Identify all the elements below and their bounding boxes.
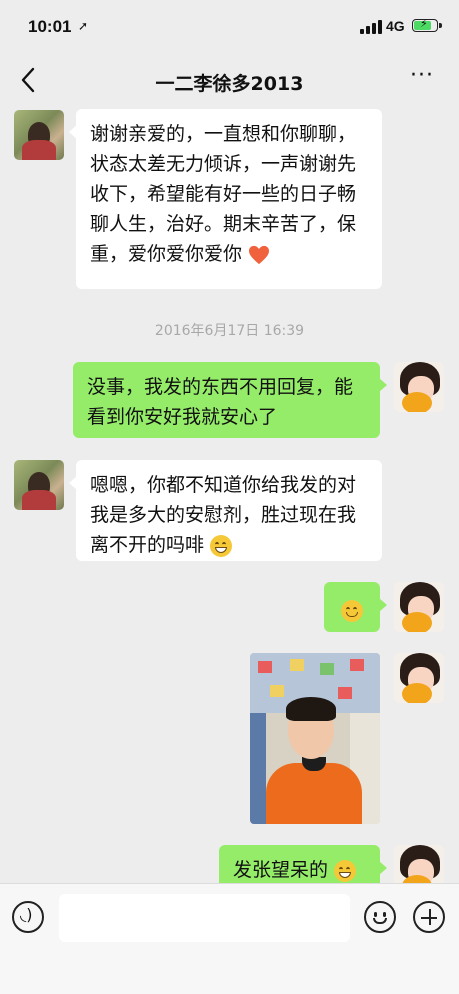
cellular-signal-icon (360, 20, 382, 34)
message-bubble-incoming[interactable]: 嗯嗯，你都不知道你给我发的对我是多大的安慰剂，胜过现在我离不开的吗啡 (69, 460, 382, 561)
message-bubble-incoming[interactable]: 谢谢亲爱的，一直想和你聊聊，状态太差无力倾诉，一声谢谢先收下，希望能有好一些的日… (69, 109, 382, 289)
message-timestamp: 2016年6月17日 16:39 (154, 323, 305, 339)
message-input[interactable] (59, 894, 350, 942)
chat-input-bar: ◟) (0, 883, 459, 994)
contact-avatar[interactable] (14, 460, 64, 510)
message-image[interactable] (250, 653, 380, 824)
network-type: 4G (386, 18, 405, 34)
status-time: 10:01 (28, 17, 72, 36)
message-bubble-outgoing[interactable]: 没事，我发的东西不用回复，能看到你安好我就安心了 (73, 362, 387, 438)
my-avatar[interactable] (394, 582, 444, 632)
status-bar: 10:01 ➚ 4G ⚡ (0, 0, 459, 52)
emoji-icon[interactable] (364, 901, 396, 933)
grin-emoji-icon (334, 859, 357, 882)
my-avatar[interactable] (394, 362, 444, 412)
voice-icon[interactable]: ◟) (12, 901, 44, 933)
chat-nav-bar: 一二李徐多2013 ··· (0, 52, 459, 110)
location-arrow-icon: ➚ (78, 19, 89, 33)
heart-emoji-icon (249, 245, 270, 264)
ellipsis-icon[interactable]: ··· (410, 65, 440, 90)
battery-icon: ⚡ (412, 17, 442, 32)
message-text: 谢谢亲爱的，一直想和你聊聊，状态太差无力倾诉，一声谢谢先收下，希望能有好一些的日… (90, 123, 357, 265)
smile-emoji-icon (341, 599, 363, 622)
message-text: 没事，我发的东西不用回复，能看到你安好我就安心了 (87, 376, 354, 428)
message-text: 发张望呆的 (233, 859, 329, 881)
message-bubble-outgoing[interactable] (324, 582, 387, 632)
plus-icon[interactable] (413, 901, 445, 933)
contact-avatar[interactable] (14, 110, 64, 160)
my-avatar[interactable] (394, 653, 444, 703)
grin-emoji-icon (210, 534, 233, 557)
chat-title: 一二李徐多2013 (155, 73, 304, 95)
